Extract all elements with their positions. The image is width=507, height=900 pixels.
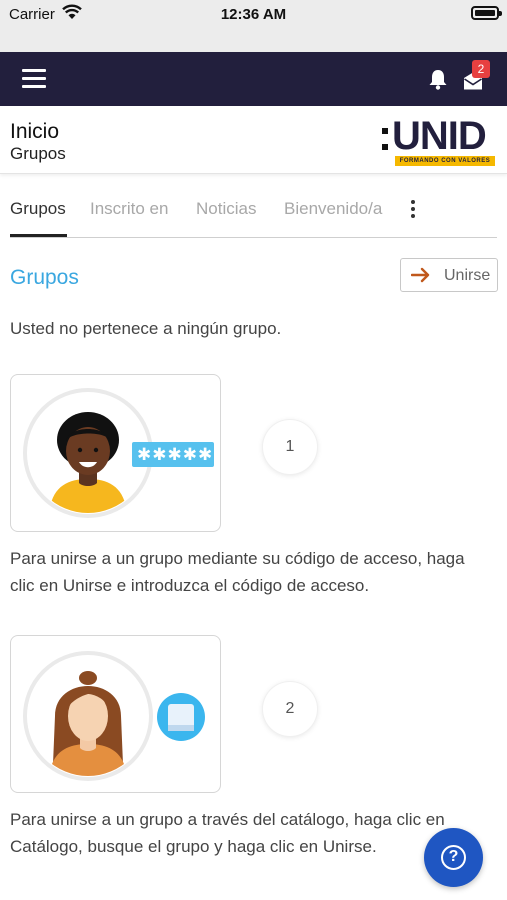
page-header: Inicio Grupos UNID FORMANDO CON VALORES bbox=[0, 106, 507, 174]
logo-wordmark: UNID bbox=[392, 114, 487, 158]
tab-bar: Grupos Inscrito en Noticias Bienvenido/a bbox=[10, 186, 497, 238]
menu-icon[interactable] bbox=[22, 69, 46, 89]
tab-noticias[interactable]: Noticias bbox=[196, 199, 256, 219]
battery-icon bbox=[471, 6, 502, 20]
clock: 12:36 AM bbox=[220, 6, 287, 23]
more-options-icon[interactable] bbox=[408, 198, 418, 220]
page-subtitle: Grupos bbox=[10, 144, 66, 163]
section-title: Grupos bbox=[10, 266, 79, 289]
help-button[interactable]: ? bbox=[424, 828, 483, 887]
app-bar: 2 bbox=[0, 52, 507, 106]
step-description: Para unirse a un grupo mediante su códig… bbox=[10, 549, 465, 595]
notification-badge: 2 bbox=[472, 60, 490, 78]
join-button-label: Unirse bbox=[444, 267, 491, 284]
page-title: Inicio bbox=[10, 120, 60, 143]
arrow-right-icon bbox=[411, 267, 430, 283]
step-number-badge: 1 bbox=[263, 420, 317, 474]
logo-tagline: FORMANDO CON VALORES bbox=[395, 156, 495, 166]
tab-grupos[interactable]: Grupos bbox=[10, 199, 66, 219]
step-number-badge: 2 bbox=[263, 682, 317, 736]
person-with-catalog-icon bbox=[23, 651, 205, 781]
join-button[interactable]: Unirse bbox=[400, 258, 498, 292]
unid-logo: UNID FORMANDO CON VALORES bbox=[382, 116, 498, 168]
status-bar: Carrier 12:36 AM bbox=[0, 0, 507, 52]
bell-icon[interactable] bbox=[428, 68, 448, 90]
no-groups-message: Usted no pertenece a ningún grupo. bbox=[10, 319, 282, 338]
access-code-illustration: ✱✱✱✱✱ bbox=[10, 374, 221, 532]
question-mark-icon: ? bbox=[441, 845, 466, 870]
step-description: Para unirse a un grupo a través del catá… bbox=[10, 810, 445, 856]
tab-inscrito-en[interactable]: Inscrito en bbox=[90, 199, 168, 219]
password-mask: ✱✱✱✱✱ bbox=[137, 445, 214, 464]
active-tab-indicator bbox=[10, 234, 67, 237]
logo-colon bbox=[382, 124, 388, 154]
tab-bienvenido[interactable]: Bienvenido/a bbox=[284, 199, 382, 219]
catalog-illustration bbox=[10, 635, 221, 793]
